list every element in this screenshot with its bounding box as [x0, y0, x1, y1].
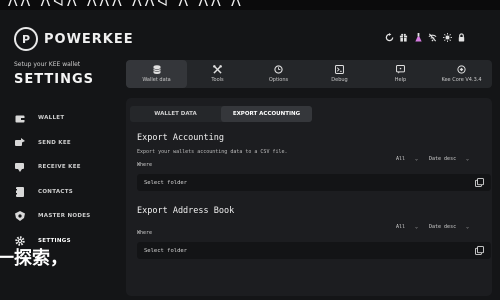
no-wifi-icon[interactable]	[426, 30, 440, 44]
sidebar-item-label: WALLET	[38, 115, 65, 122]
sun-icon[interactable]	[440, 30, 454, 44]
tab-help[interactable]: Help	[370, 60, 431, 88]
sidebar-item-label: SETTINGS	[38, 237, 71, 244]
section-title: Export Accounting	[137, 133, 224, 143]
refresh-icon[interactable]	[382, 30, 396, 44]
filter-select-value: All	[396, 224, 406, 230]
chevron-down-icon: ⌄	[465, 156, 469, 162]
where-label: Where	[137, 230, 153, 236]
sidebar-item-contacts[interactable]: CONTACTS	[14, 180, 124, 205]
tab-label: Wallet data	[142, 77, 171, 83]
tab-label: Help	[394, 77, 407, 83]
sidebar-item-label: SEND KEE	[38, 139, 71, 146]
masternodes-icon	[14, 210, 26, 222]
settings-content-panel: WALLET DATA EXPORT ACCOUNTING Export Acc…	[126, 98, 492, 296]
tab-kee-core-version[interactable]: Kee Core V4.3.4	[431, 60, 492, 88]
top-band: ᐱᐱ ᐱᐊᐱ ᐱᐱᐱ ᐱᐱᐊ ᐱ ᐱᐱ ᐱ	[0, 0, 500, 10]
page-title: SETTINGS	[14, 72, 95, 87]
wallet-icon	[14, 112, 26, 124]
flask-icon[interactable]	[411, 30, 425, 44]
tab-label: Kee Core V4.3.4	[441, 77, 482, 83]
where-label: Where	[137, 162, 153, 168]
debug-icon	[335, 65, 344, 76]
brand-logo: P	[14, 27, 38, 51]
brand-name: POWERKEE	[44, 31, 134, 47]
header-icon-bar	[382, 30, 469, 44]
help-icon	[396, 65, 405, 76]
filter-select-value: All	[396, 156, 406, 162]
sidebar-item-label: RECEIVE KEE	[38, 164, 81, 171]
copy-folder-icon[interactable]	[474, 177, 485, 188]
send-icon	[14, 137, 26, 149]
contacts-icon	[14, 186, 26, 198]
overlay-text: 一探索，	[0, 248, 68, 269]
section-title: Export Address Book	[137, 206, 235, 216]
tab-label: Debug	[331, 77, 348, 83]
sidebar-item-label: CONTACTS	[38, 188, 74, 195]
options-icon	[274, 65, 283, 76]
select-folder-input[interactable]: Select folder	[137, 174, 491, 191]
filter-select[interactable]: All ⌄	[392, 221, 422, 233]
sort-select-value: Date desc	[429, 156, 457, 162]
sidebar-item-label: MASTER NODES	[38, 213, 91, 220]
sidebar-item-receive-kee[interactable]: RECEIVE KEE	[14, 155, 124, 180]
settings-tabbar: Wallet data Tools Options Debug Help Kee…	[126, 60, 492, 88]
sort-select-value: Date desc	[429, 224, 457, 230]
tab-wallet-data[interactable]: Wallet data	[126, 60, 187, 88]
export-address-book-section: Export Address Book Where All ⌄ Date des…	[137, 206, 492, 268]
tab-label: Tools	[211, 77, 224, 83]
folder-input-placeholder: Select folder	[144, 179, 188, 186]
tools-icon	[213, 65, 222, 76]
tab-tools[interactable]: Tools	[187, 60, 248, 88]
lock-icon[interactable]	[455, 30, 469, 44]
folder-input-placeholder: Select folder	[144, 247, 188, 254]
top-band-glyphs: ᐱᐱ ᐱᐊᐱ ᐱᐱᐱ ᐱᐱᐊ ᐱ ᐱᐱ ᐱ	[8, 0, 244, 10]
sidebar-nav: WALLET SEND KEE RECEIVE KEE CONTACTS MAS…	[14, 106, 124, 253]
database-icon	[152, 65, 161, 76]
sidebar-item-send-kee[interactable]: SEND KEE	[14, 131, 124, 156]
chevron-down-icon: ⌄	[414, 224, 418, 230]
sidebar-item-master-nodes[interactable]: MASTER NODES	[14, 204, 124, 229]
brand: P POWERKEE	[14, 27, 134, 51]
receive-icon	[14, 161, 26, 173]
sort-select[interactable]: Date desc ⌄	[425, 221, 473, 233]
export-accounting-section: Export Accounting Export your wallets ac…	[137, 133, 492, 195]
tab-label: Options	[268, 77, 289, 83]
gift-icon[interactable]	[397, 30, 411, 44]
sidebar-item-wallet[interactable]: WALLET	[14, 106, 124, 131]
subtab-bar: WALLET DATA EXPORT ACCOUNTING	[130, 106, 312, 122]
subtab-wallet-data[interactable]: WALLET DATA	[130, 106, 221, 122]
select-folder-input[interactable]: Select folder	[137, 242, 491, 259]
core-icon	[457, 65, 466, 76]
sort-select[interactable]: Date desc ⌄	[425, 153, 473, 165]
sidebar-tagline: Setup your KEE wallet	[14, 61, 81, 68]
chevron-down-icon: ⌄	[465, 224, 469, 230]
tab-debug[interactable]: Debug	[309, 60, 370, 88]
chevron-down-icon: ⌄	[414, 156, 418, 162]
filter-select[interactable]: All ⌄	[392, 153, 422, 165]
subtab-export-accounting[interactable]: EXPORT ACCOUNTING	[221, 106, 312, 122]
tab-options[interactable]: Options	[248, 60, 309, 88]
copy-folder-icon[interactable]	[474, 245, 485, 256]
